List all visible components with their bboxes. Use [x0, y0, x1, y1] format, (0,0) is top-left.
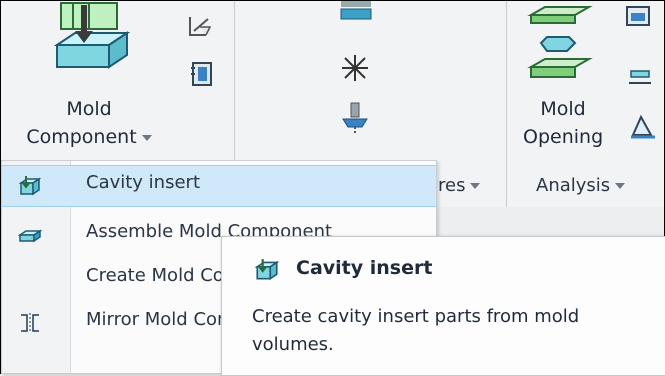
chevron-down-icon — [470, 183, 481, 189]
chevron-down-icon — [615, 183, 626, 189]
menu-item-label: Cavity insert — [86, 172, 201, 193]
tooltip-title: Cavity insert — [296, 257, 433, 279]
tooltip-description: Create cavity insert parts from mold vol… — [252, 306, 580, 355]
water-line-icon[interactable] — [340, 101, 370, 135]
mold-component-label: Mold Component — [1, 95, 177, 151]
runner-icon[interactable] — [339, 1, 373, 25]
mold-analysis-icon[interactable] — [627, 111, 657, 141]
mold-opening-label: Mold Opening — [523, 95, 603, 151]
mold-opening-label-line2: Opening — [523, 126, 604, 148]
menu-item-cavity-insert[interactable]: Cavity insert — [2, 165, 436, 207]
group-label-features[interactable]: res — [438, 175, 481, 196]
sketch-tool-icon[interactable] — [186, 13, 214, 39]
mold-opening-icon — [527, 5, 593, 78]
cavity-insert-icon — [18, 176, 42, 196]
mold-layout-icon[interactable] — [623, 1, 655, 29]
mold-component-label-line2: Component — [26, 126, 137, 148]
parting-surface-icon[interactable] — [340, 53, 370, 83]
drafting-icon[interactable] — [625, 61, 655, 91]
cavity-insert-tooltip: Cavity insert Create cavity insert parts… — [221, 236, 665, 376]
group-label-analysis[interactable]: Analysis — [536, 175, 626, 196]
component-table-icon[interactable] — [189, 59, 215, 87]
mold-component-icon — [53, 2, 131, 69]
cavity-insert-icon — [254, 259, 280, 281]
mold-component-label-line1: Mold — [66, 98, 112, 120]
ribbon-separator — [506, 1, 507, 207]
mirror-icon — [21, 313, 39, 333]
mold-opening-label-line1: Mold — [540, 98, 586, 120]
assemble-mold-component-icon — [18, 229, 42, 243]
chevron-down-icon — [141, 134, 152, 141]
